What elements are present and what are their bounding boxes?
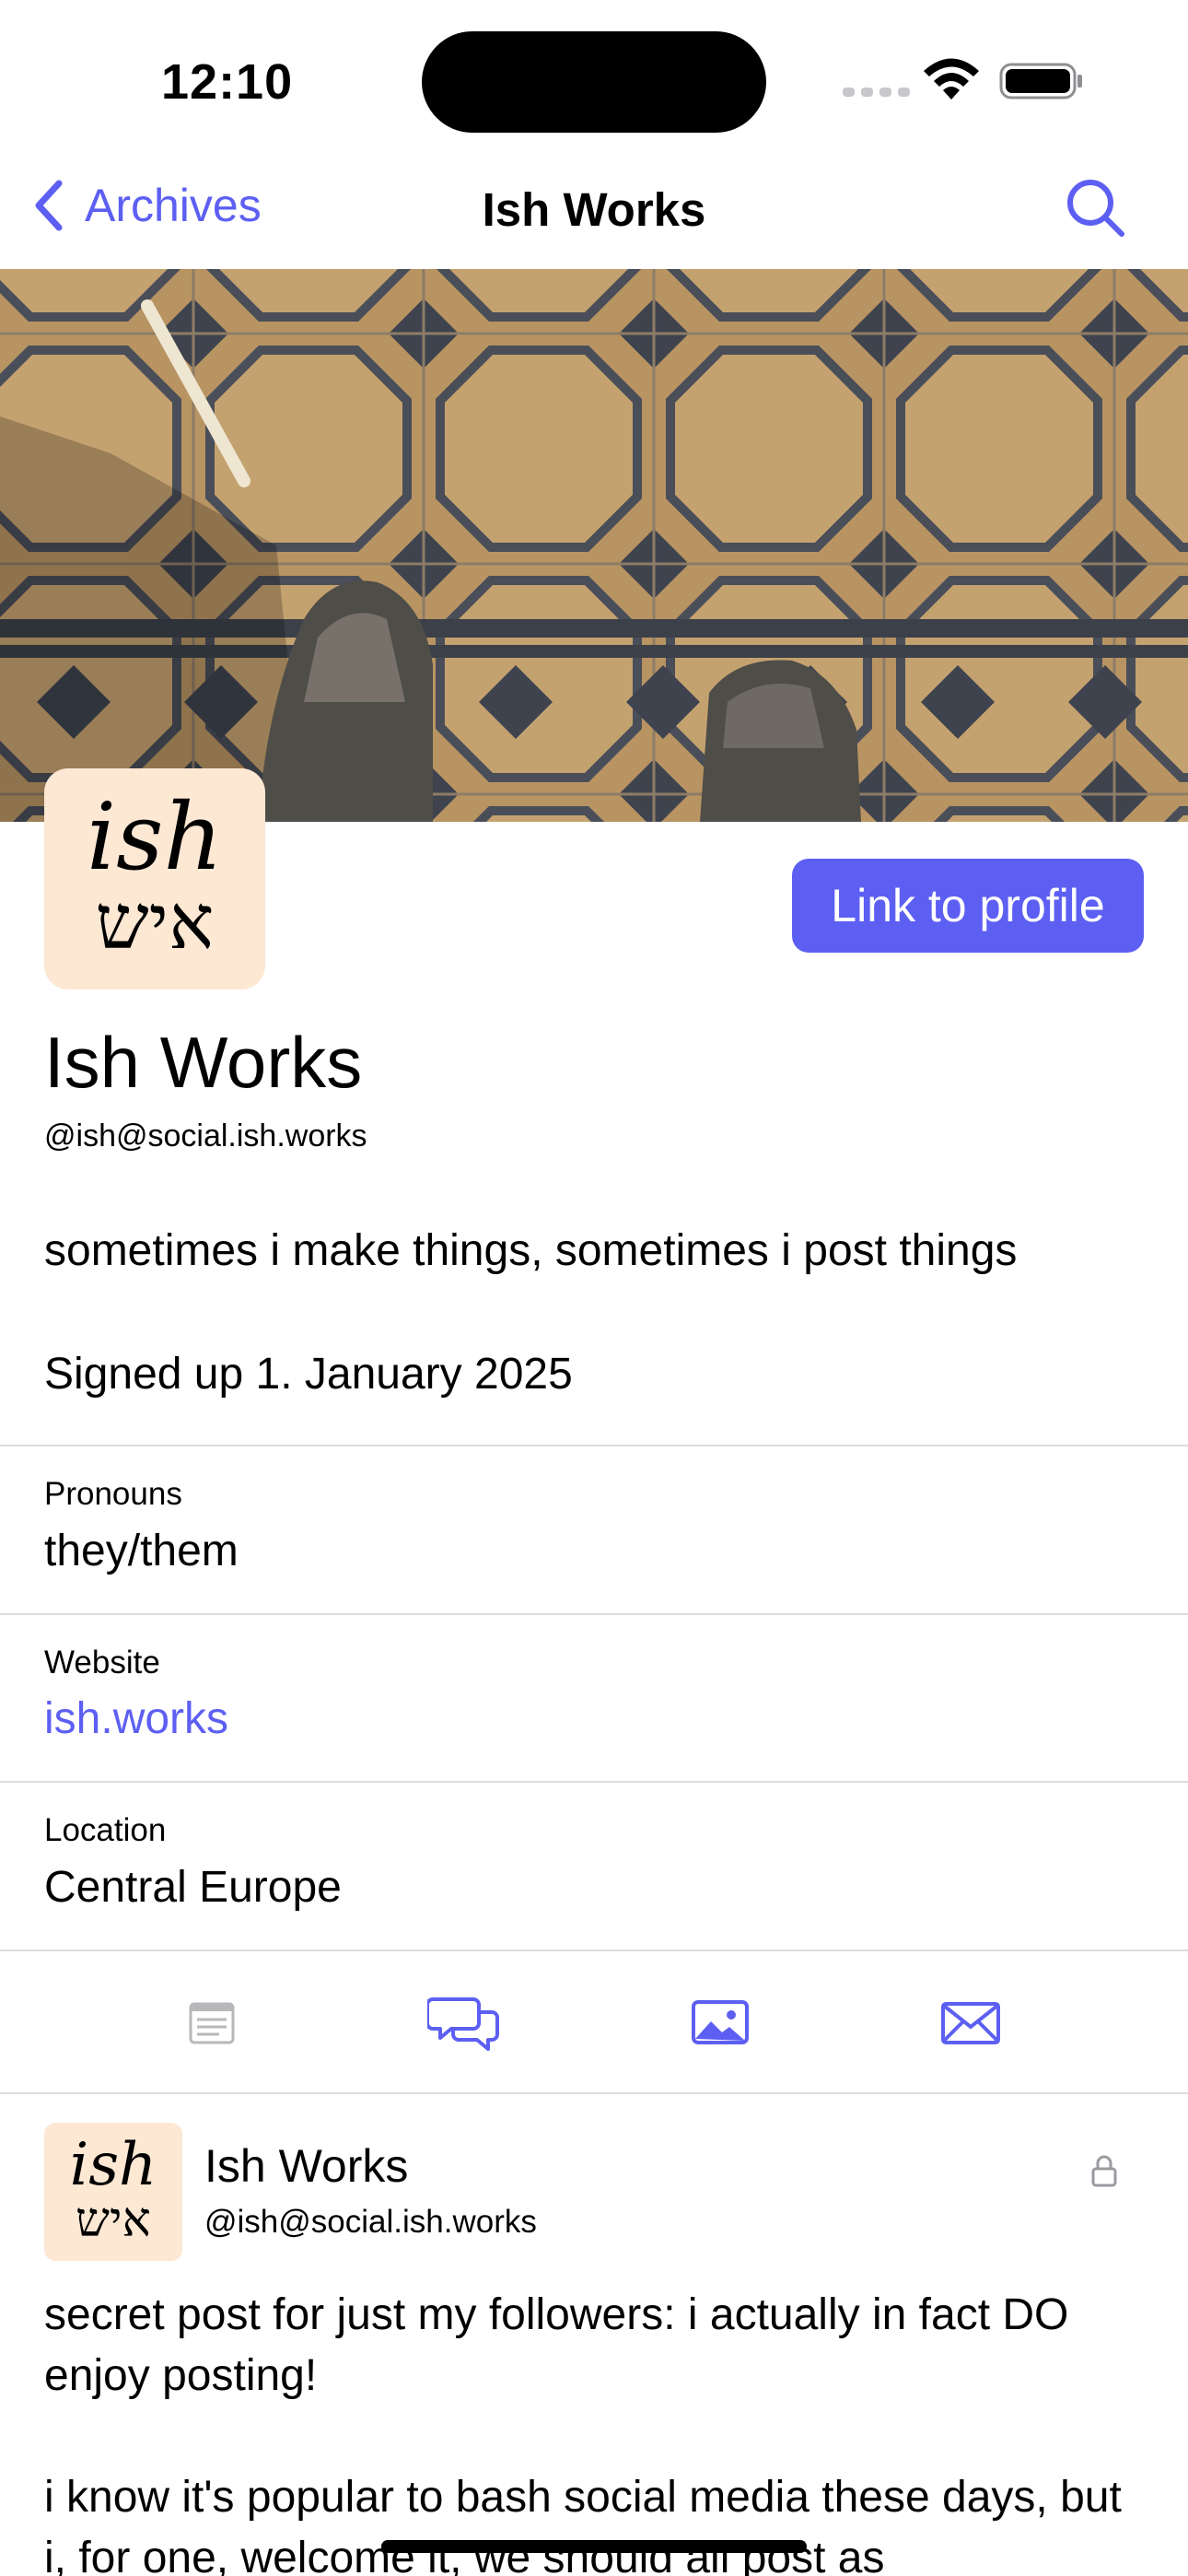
field-label-website: Website [44, 1645, 160, 1680]
profile-header-image [0, 269, 1188, 822]
divider [0, 1950, 1188, 1951]
mentions-icon[interactable] [934, 1990, 1007, 2055]
avatar-text-latin: ish [87, 783, 223, 891]
profile-avatar: ish איש [44, 768, 265, 989]
field-value-location: Central Europe [44, 1863, 342, 1912]
media-icon[interactable] [683, 1990, 757, 2055]
status-time: 12:10 [161, 54, 294, 110]
posts-icon[interactable] [175, 1990, 249, 2055]
navigation-bar: Archives Ish Works [0, 166, 1188, 269]
post-paragraph: secret post for just my followers: i act… [44, 2290, 1069, 2400]
lock-icon [1091, 2155, 1117, 2187]
search-icon[interactable] [1065, 177, 1127, 240]
link-to-profile-button[interactable]: Link to profile [792, 859, 1144, 953]
page-title: Ish Works [482, 183, 706, 236]
profile-handle: @ish@social.ish.works [44, 1118, 367, 1153]
avatar-text-latin: ish [69, 2131, 157, 2199]
website-link[interactable]: ish.works [44, 1693, 228, 1744]
divider [0, 1445, 1188, 1446]
battery-icon [999, 63, 1082, 100]
home-indicator [381, 2540, 807, 2553]
signed-up-date: Signed up 1. January 2025 [44, 1350, 573, 1399]
divider [0, 2092, 1188, 2094]
divider [0, 1781, 1188, 1783]
status-bar: 12:10 [0, 0, 1188, 157]
post-content[interactable]: secret post for just my followers: i act… [44, 2285, 1149, 2576]
profile-display-name: Ish Works [44, 1022, 363, 1103]
avatar-text-hebrew: איש [95, 879, 215, 966]
post-paragraph: i know it's popular to bash social media… [44, 2473, 1122, 2576]
dynamic-island [422, 31, 766, 133]
divider [0, 1613, 1188, 1615]
profile-bio: sometimes i make things, sometimes i pos… [44, 1226, 1018, 1275]
field-value-pronouns: they/them [44, 1527, 239, 1575]
post-author-name[interactable]: Ish Works [204, 2139, 408, 2193]
post-author-avatar[interactable]: ish איש [44, 2123, 182, 2261]
replies-icon[interactable] [427, 1990, 501, 2055]
field-label-location: Location [44, 1812, 167, 1848]
cellular-signal-icon [843, 88, 910, 97]
post-author-handle: @ish@social.ish.works [204, 2204, 537, 2240]
field-label-pronouns: Pronouns [44, 1476, 182, 1512]
wifi-icon [924, 58, 979, 100]
avatar-text-hebrew: איש [76, 2193, 151, 2248]
